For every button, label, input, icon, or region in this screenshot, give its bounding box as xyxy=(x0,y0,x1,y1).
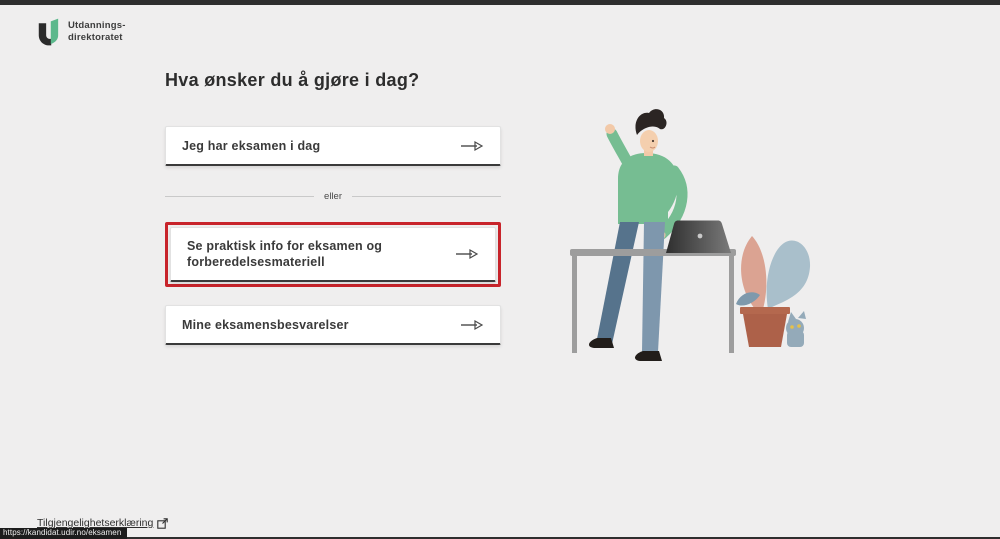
logo-line-1: Utdannings- xyxy=(68,20,126,32)
arrow-right-icon xyxy=(460,319,484,331)
my-exam-answers-button[interactable]: Mine eksamensbesvarelser xyxy=(165,305,501,345)
my-exam-answers-button-label: Mine eksamensbesvarelser xyxy=(182,317,349,333)
main-content: Hva ønsker du å gjøre i dag? Jeg har eks… xyxy=(165,68,501,345)
udir-u-logo-icon xyxy=(36,17,60,46)
divider-line-left xyxy=(165,196,314,197)
external-link-icon xyxy=(157,518,168,529)
udir-logo[interactable]: Utdannings- direktoratet xyxy=(36,17,126,46)
red-highlight-frame: Se praktisk info for eksamen og forbered… xyxy=(165,222,501,287)
exam-today-button[interactable]: Jeg har eksamen i dag xyxy=(165,126,501,166)
letterbox-top-bar xyxy=(0,0,1000,5)
arrow-right-icon xyxy=(460,140,484,152)
divider-label: eller xyxy=(314,191,352,202)
logo-text: Utdannings- direktoratet xyxy=(68,20,126,44)
exam-today-button-label: Jeg har eksamen i dag xyxy=(182,138,320,154)
person-waving-at-desk-illustration xyxy=(550,103,830,368)
arrow-right-icon xyxy=(455,248,479,260)
page-title: Hva ønsker du å gjøre i dag? xyxy=(165,68,501,92)
divider-line-right xyxy=(352,196,501,197)
link-preview-status-bar: https://kandidat.udir.no/eksamen xyxy=(0,528,127,539)
practical-info-button[interactable]: Se praktisk info for eksamen og forbered… xyxy=(170,227,496,282)
practical-info-button-label: Se praktisk info for eksamen og forbered… xyxy=(187,238,427,270)
or-divider: eller xyxy=(165,190,501,203)
logo-line-2: direktoratet xyxy=(68,32,126,44)
